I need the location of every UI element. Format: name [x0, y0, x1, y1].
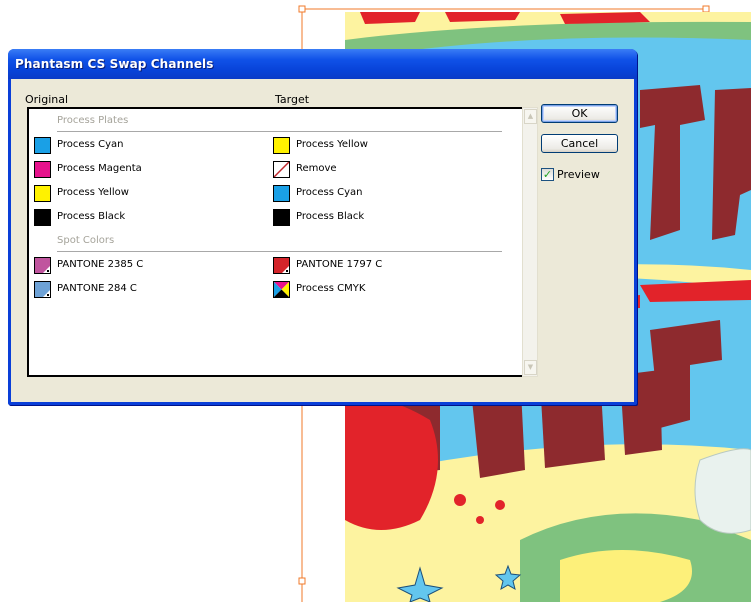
target-column-header: Target: [275, 93, 310, 106]
spot-swatch-icon: [273, 257, 290, 274]
channel-label: Process CMYK: [296, 283, 366, 294]
swap-channels-dialog: Phantasm CS Swap Channels Original Targe…: [8, 49, 637, 405]
channel-label: Process Cyan: [57, 139, 124, 150]
swatch-icon: [34, 185, 51, 202]
dialog-body: Original Target Process Plates Process C…: [11, 79, 634, 402]
channel-list[interactable]: Process Plates Process Cyan Process Yell…: [27, 107, 538, 377]
scroll-down-icon[interactable]: ▼: [524, 360, 537, 375]
cmyk-icon: [273, 281, 290, 298]
title-bar[interactable]: Phantasm CS Swap Channels: [8, 49, 637, 79]
preview-checkbox[interactable]: ✓: [541, 168, 554, 181]
channel-label: Process Cyan: [296, 187, 363, 198]
list-scrollbar[interactable]: ▲ ▼: [522, 107, 538, 377]
ok-button[interactable]: OK: [541, 104, 618, 123]
channel-label: PANTONE 2385 C: [57, 259, 144, 270]
original-column-header: Original: [25, 93, 69, 106]
section-label-spot-colors: Spot Colors: [57, 235, 115, 246]
spot-swatch-icon: [34, 257, 51, 274]
dialog-title: Phantasm CS Swap Channels: [15, 57, 214, 71]
channel-label: Process Yellow: [57, 187, 129, 198]
screen: Phantasm CS Swap Channels Original Targe…: [0, 0, 751, 602]
remove-icon: [273, 161, 290, 178]
swatch-icon: [34, 161, 51, 178]
cancel-button[interactable]: Cancel: [541, 134, 618, 153]
channel-label: Process Black: [296, 211, 365, 222]
channel-label: Process Yellow: [296, 139, 368, 150]
swatch-icon: [34, 137, 51, 154]
swatch-icon: [273, 209, 290, 226]
swatch-icon: [273, 137, 290, 154]
channel-label: Process Magenta: [57, 163, 142, 174]
swatch-icon: [273, 185, 290, 202]
channel-label: PANTONE 1797 C: [296, 259, 383, 270]
section-divider: [57, 131, 502, 132]
channel-label: Process Black: [57, 211, 126, 222]
swatch-icon: [34, 209, 51, 226]
section-divider: [57, 251, 502, 252]
scroll-up-icon[interactable]: ▲: [524, 109, 537, 124]
section-label-process-plates: Process Plates: [57, 115, 129, 126]
channel-label: PANTONE 284 C: [57, 283, 137, 294]
preview-label: Preview: [557, 168, 600, 181]
spot-swatch-icon: [34, 281, 51, 298]
channel-label: Remove: [296, 163, 337, 174]
